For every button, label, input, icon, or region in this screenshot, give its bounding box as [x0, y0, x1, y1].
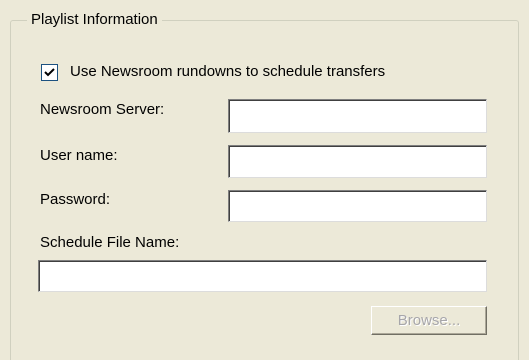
browse-button[interactable]: Browse...	[371, 306, 487, 335]
password-input[interactable]	[228, 190, 487, 222]
user-name-input[interactable]	[228, 145, 487, 178]
password-label: Password:	[40, 191, 111, 208]
use-newsroom-rundowns-label[interactable]: Use Newsroom rundowns to schedule transf…	[70, 62, 385, 82]
schedule-file-name-input[interactable]	[38, 260, 487, 292]
use-newsroom-rundowns-checkbox[interactable]	[41, 64, 58, 81]
newsroom-server-label: Newsroom Server:	[40, 101, 165, 118]
user-name-label: User name:	[40, 147, 118, 164]
newsroom-server-input[interactable]	[228, 99, 487, 133]
group-title: Playlist Information	[27, 10, 162, 30]
checkmark-icon	[44, 68, 55, 77]
schedule-file-name-label: Schedule File Name:	[40, 234, 180, 251]
